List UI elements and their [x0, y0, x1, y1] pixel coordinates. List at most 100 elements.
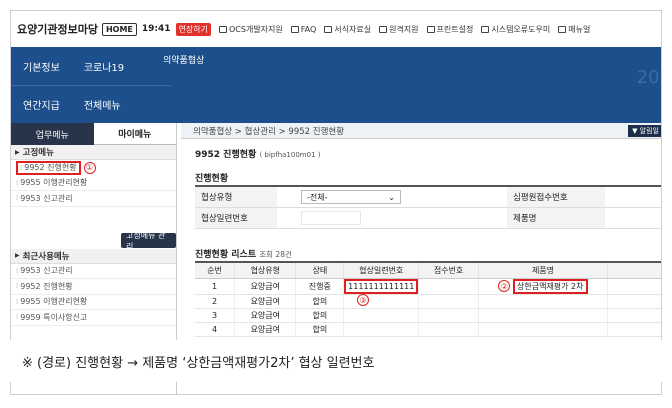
col-extra [607, 261, 661, 279]
toplink-ocs[interactable]: OCS개발자지원 [219, 24, 283, 35]
col-type[interactable]: 협상유형 [234, 261, 296, 279]
page-title: 9952 진행현황 ( bipfha100m01 ) [195, 147, 320, 160]
cell-serial [343, 308, 419, 323]
col-product[interactable]: 제품명 [477, 261, 608, 279]
col-serial[interactable]: 협상일련번호 [343, 261, 419, 279]
cell-serial[interactable]: 1111111111111 [343, 278, 419, 295]
cell-product[interactable]: ② 상한금액재평가 2차 [477, 278, 608, 295]
result-count: 조회 28건 [259, 250, 292, 259]
sidebar-item-label: 9953 신고관리 [20, 193, 73, 203]
progress-table: 순번 협상유형 상태 협상일련번호 접수번호 제품명 1 요양급여 진행중 11… [195, 261, 661, 337]
marker-1: ① [83, 161, 96, 174]
marker-2: ② [498, 280, 511, 292]
sidebar-item-label: 9955 이행관리현황 [20, 178, 88, 188]
col-no[interactable]: 순번 [195, 261, 235, 279]
recent-item[interactable]: ⁞ 9953 신고관리 [11, 264, 176, 279]
sidebar-item-label: 9952 진행현황 [24, 163, 77, 173]
pin-icon: ⁞ [16, 266, 19, 275]
main-nav: 기본정보 코로나19 연간지급 전체메뉴 의약품협상 202 [11, 47, 661, 123]
tab-work-menu[interactable]: 업무메뉴 [11, 123, 94, 145]
cell-status: 합의 [295, 308, 344, 323]
col-receipt[interactable]: 접수번호 [418, 261, 479, 279]
toplink-label: 시스템오류도우미 [491, 24, 551, 34]
triangle-right-icon: ▶ [15, 148, 20, 156]
sidebar-item-9955[interactable]: ⁞ 9955 이행관리현황 [11, 176, 176, 191]
serial-number-input[interactable] [301, 211, 361, 225]
extend-session-button[interactable]: 연장하기 [175, 22, 211, 36]
negotiation-type-select[interactable]: -전체- ⌄ [301, 190, 401, 204]
site-title[interactable]: 요양기관정보마당 [17, 21, 98, 37]
toplink-print[interactable]: 프린트설정 [426, 24, 473, 35]
product-name-input[interactable] [605, 208, 661, 228]
toplink-manual[interactable]: 매뉴얼 [558, 24, 590, 35]
pin-icon: ⁞ [16, 282, 19, 291]
book-icon [324, 25, 333, 33]
pin-icon: ⁞ [16, 194, 19, 203]
cell-no: 4 [195, 322, 235, 337]
table-row[interactable]: 2 요양급여 합의 [195, 294, 661, 309]
nav-row: 기본정보 코로나19 [11, 47, 171, 85]
label-receipt-number: 심평원접수번호 [507, 187, 605, 207]
cell-serial [343, 322, 419, 337]
nav-basic-info[interactable]: 기본정보 [11, 59, 72, 74]
form-row: 협상유형 -전체- ⌄ 심평원접수번호 [195, 187, 661, 208]
cell-no: 3 [195, 308, 235, 323]
nav-annual-payment[interactable]: 연간지급 [11, 97, 72, 112]
screen-icon [379, 25, 388, 33]
table-row[interactable]: 1 요양급여 진행중 1111111111111 ② 상한금액재평가 2차 [195, 278, 661, 295]
cell-product [477, 322, 608, 337]
search-form: 협상유형 -전체- ⌄ 심평원접수번호 협상일련번호 제품명 [195, 185, 661, 229]
label-serial-number: 협상일련번호 [195, 208, 277, 228]
sidebar-item-9953[interactable]: ⁞ 9953 신고관리 [11, 191, 176, 207]
chevron-down-icon: ⌄ [388, 192, 395, 202]
alarm-toggle[interactable]: ▼ 알림일 [628, 125, 661, 137]
receipt-number-input[interactable] [605, 187, 661, 207]
sidebar-item-label: 9955 이행관리현황 [20, 297, 88, 307]
recent-item[interactable]: ⁞ 9955 이행관리현황 [11, 295, 176, 310]
chat-icon [290, 25, 299, 33]
nav-drug-negotiation[interactable]: 의약품협상 [163, 53, 204, 66]
table-row[interactable]: 4 요양급여 합의 [195, 322, 661, 337]
toplink-faq[interactable]: FAQ [290, 24, 317, 34]
tab-my-menu[interactable]: 마이메뉴 [93, 123, 176, 145]
sidebar-item-label: 9959 특이사항신고 [20, 312, 88, 322]
cell-extra [607, 294, 661, 309]
toplink-remote[interactable]: 원격지원 [379, 24, 419, 35]
cell-no: 2 [195, 294, 235, 309]
field-cell [277, 208, 507, 228]
sidebar-item-9952[interactable]: ⁞ 9952 진행현황 ① [11, 160, 176, 176]
pin-icon: ⁞ [16, 313, 19, 322]
page-title-text: 9952 진행현황 [195, 150, 257, 160]
page-code: ( bipfha100m01 ) [259, 151, 321, 159]
home-button[interactable]: HOME [101, 22, 137, 36]
fixed-menu-header[interactable]: ▶ 고정메뉴 [11, 145, 176, 160]
toplink-label: FAQ [300, 24, 317, 34]
table-row[interactable]: 3 요양급여 합의 [195, 308, 661, 323]
serial-number-value[interactable]: 1111111111111 [344, 278, 419, 294]
instruction-note: ※ (경로) 진행현황 → 제품명 ‘상한금액재평가2차’ 협상 일련번호 [10, 340, 662, 382]
toplink-error-help[interactable]: 시스템오류도우미 [481, 24, 550, 35]
label-negotiation-type: 협상유형 [195, 187, 277, 207]
recent-item[interactable]: ⁞ 9959 특이사항신고 [11, 310, 176, 326]
marker-3: ③ [357, 294, 369, 306]
fixed-menu-manage-button[interactable]: 고정메뉴 관리 [121, 231, 176, 251]
recent-item[interactable]: ⁞ 9952 진행현황 [11, 279, 176, 295]
col-status[interactable]: 상태 [295, 261, 344, 279]
printer-icon [426, 25, 435, 33]
list-title: 진행현황 리스트 조회 28건 [195, 247, 292, 260]
cell-product [477, 294, 608, 309]
list-title-text: 진행현황 리스트 [195, 250, 257, 260]
pin-icon: ⁞ [16, 297, 19, 306]
cell-status: 합의 [295, 294, 344, 309]
cell-receipt [418, 278, 479, 295]
product-name-value[interactable]: 상한금액재평가 2차 [513, 278, 588, 294]
toplink-forms[interactable]: 서식자료실 [324, 24, 371, 35]
cell-receipt [418, 308, 479, 323]
screenshot-frame: 요양기관정보마당 HOME 19:41 연장하기 OCS개발자지원 FAQ 서식… [10, 10, 662, 395]
cell-serial [343, 294, 419, 309]
pin-icon: ⁞ [16, 178, 19, 187]
status-text: 진행중 [308, 281, 331, 291]
nav-all-menu[interactable]: 전체메뉴 [72, 97, 133, 112]
nav-covid19[interactable]: 코로나19 [72, 59, 136, 74]
sidebar-tabs: 업무메뉴 마이메뉴 [11, 123, 176, 145]
